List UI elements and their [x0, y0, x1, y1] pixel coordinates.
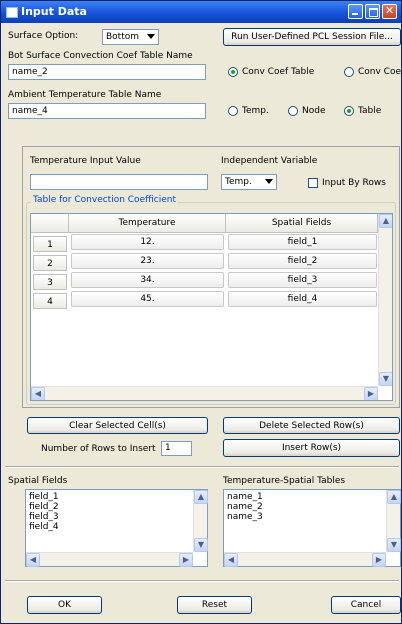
scroll-left-icon[interactable]: ◀	[224, 553, 238, 567]
list-item[interactable]: field_4	[29, 522, 59, 532]
cell-spatial-field[interactable]: field_2	[228, 253, 377, 269]
input-by-rows-checkbox[interactable]	[308, 178, 318, 188]
row-number[interactable]: 4	[33, 293, 67, 309]
cell-temperature[interactable]: 45.	[71, 291, 224, 307]
table-vertical-scrollbar[interactable]: ▲ ▼	[378, 214, 392, 386]
scroll-up-icon[interactable]: ▲	[387, 490, 401, 504]
temp-input-label: Temperature Input Value	[30, 156, 141, 166]
temp-spatial-tables-label: Temperature-Spatial Tables	[223, 476, 346, 486]
radio-node[interactable]	[288, 106, 298, 116]
scroll-down-icon[interactable]: ▼	[194, 538, 208, 552]
surface-option-value: Bottom	[106, 32, 140, 42]
ambient-table-name-input[interactable]: name_4	[8, 103, 206, 119]
temp-spatial-tables-list[interactable]: name_1 name_2 name_3 ▲ ▼ ◀ ▶	[223, 489, 401, 567]
conv-table-group-title: Table for Convection Coefficient	[31, 195, 179, 205]
column-header-temperature[interactable]: Temperature	[69, 214, 226, 233]
cell-temperature[interactable]: 23.	[71, 253, 224, 269]
radio-conv-coef-table[interactable]	[228, 67, 238, 77]
row-number[interactable]: 1	[33, 236, 67, 252]
temp-input-field[interactable]	[30, 174, 208, 190]
insert-rows-button[interactable]: Insert Row(s)	[223, 439, 400, 457]
ok-button[interactable]: OK	[27, 596, 102, 614]
list-item[interactable]: name_2	[227, 502, 263, 512]
list-item[interactable]: field_1	[29, 492, 59, 502]
list-vertical-scrollbar[interactable]: ▲ ▼	[193, 490, 208, 552]
row-number[interactable]: 3	[33, 274, 67, 290]
radio-table-label: Table	[358, 106, 382, 116]
surface-option-label: Surface Option:	[8, 31, 79, 41]
separator	[5, 580, 399, 582]
title-bar[interactable]: Input Data ✕	[1, 1, 401, 23]
separator	[5, 466, 399, 468]
cell-spatial-field[interactable]: field_1	[228, 234, 377, 250]
convection-table: Temperature Spatial Fields 1 12. field_1…	[30, 213, 393, 401]
cancel-button[interactable]: Cancel	[331, 596, 401, 614]
spatial-fields-list[interactable]: field_1 field_2 field_3 field_4 ▲ ▼ ◀ ▶	[25, 489, 208, 567]
list-horizontal-scrollbar[interactable]: ◀ ▶	[224, 552, 386, 567]
spatial-fields-label: Spatial Fields	[8, 476, 68, 486]
scroll-right-icon[interactable]: ▶	[364, 387, 378, 400]
minimize-icon[interactable]	[348, 4, 363, 19]
window-title: Input Data	[21, 5, 87, 18]
scroll-down-icon[interactable]: ▼	[379, 372, 392, 386]
clear-selected-cells-button[interactable]: Clear Selected Cell(s)	[27, 417, 208, 434]
scroll-right-icon[interactable]: ▶	[179, 553, 193, 567]
list-item[interactable]: field_3	[29, 512, 59, 522]
rows-to-insert-input[interactable]: 1	[161, 441, 192, 456]
scroll-right-icon[interactable]: ▶	[372, 553, 386, 567]
radio-conv-coef[interactable]	[344, 67, 354, 77]
radio-temp[interactable]	[228, 106, 238, 116]
indep-var-label: Independent Variable	[221, 156, 318, 166]
column-header-spatial-fields[interactable]: Spatial Fields	[226, 214, 378, 233]
reset-button[interactable]: Reset	[177, 596, 252, 614]
list-item[interactable]: name_3	[227, 512, 263, 522]
window-icon	[6, 7, 18, 18]
conv-table-label: Bot Surface Convection Coef Table Name	[8, 51, 193, 61]
table-panel: Temperature Input Value Independent Vari…	[22, 146, 400, 408]
scroll-up-icon[interactable]: ▲	[194, 490, 208, 504]
scroll-left-icon[interactable]: ◀	[31, 387, 45, 400]
radio-conv-coef-label: Conv Coef	[358, 67, 402, 77]
close-icon[interactable]: ✕	[382, 4, 397, 19]
run-pcl-session-button[interactable]: Run User-Defined PCL Session File...	[223, 28, 401, 46]
cell-spatial-field[interactable]: field_4	[228, 291, 377, 307]
input-data-dialog: Input Data ✕ Surface Option: Bottom Run …	[0, 0, 402, 624]
conv-table-name-input[interactable]: name_2	[8, 64, 206, 80]
ambient-table-label: Ambient Temperature Table Name	[8, 90, 162, 100]
delete-selected-rows-button[interactable]: Delete Selected Row(s)	[223, 417, 400, 434]
row-number[interactable]: 2	[33, 255, 67, 271]
rows-to-insert-label: Number of Rows to Insert	[41, 444, 156, 454]
radio-temp-label: Temp.	[242, 106, 269, 116]
indep-var-value: Temp.	[225, 177, 252, 187]
surface-option-select[interactable]: Bottom	[102, 29, 159, 45]
list-item[interactable]: field_2	[29, 502, 59, 512]
cell-temperature[interactable]: 34.	[71, 272, 224, 288]
list-item[interactable]: name_1	[227, 492, 263, 502]
table-corner-header	[31, 214, 69, 233]
scroll-up-icon[interactable]: ▲	[379, 214, 392, 228]
cell-temperature[interactable]: 12.	[71, 234, 224, 250]
list-horizontal-scrollbar[interactable]: ◀ ▶	[26, 552, 193, 567]
radio-table[interactable]	[344, 106, 354, 116]
scroll-down-icon[interactable]: ▼	[387, 538, 401, 552]
list-vertical-scrollbar[interactable]: ▲ ▼	[386, 490, 401, 552]
maximize-icon[interactable]	[365, 4, 380, 19]
cell-spatial-field[interactable]: field_3	[228, 272, 377, 288]
table-horizontal-scrollbar[interactable]: ◀ ▶	[31, 386, 378, 400]
scroll-left-icon[interactable]: ◀	[26, 553, 40, 567]
radio-node-label: Node	[302, 106, 326, 116]
indep-var-select[interactable]: Temp.	[221, 174, 277, 190]
input-by-rows-label: Input By Rows	[322, 178, 386, 188]
chevron-down-icon	[265, 179, 273, 184]
chevron-down-icon	[147, 34, 155, 39]
radio-conv-coef-table-label: Conv Coef Table	[242, 67, 315, 77]
